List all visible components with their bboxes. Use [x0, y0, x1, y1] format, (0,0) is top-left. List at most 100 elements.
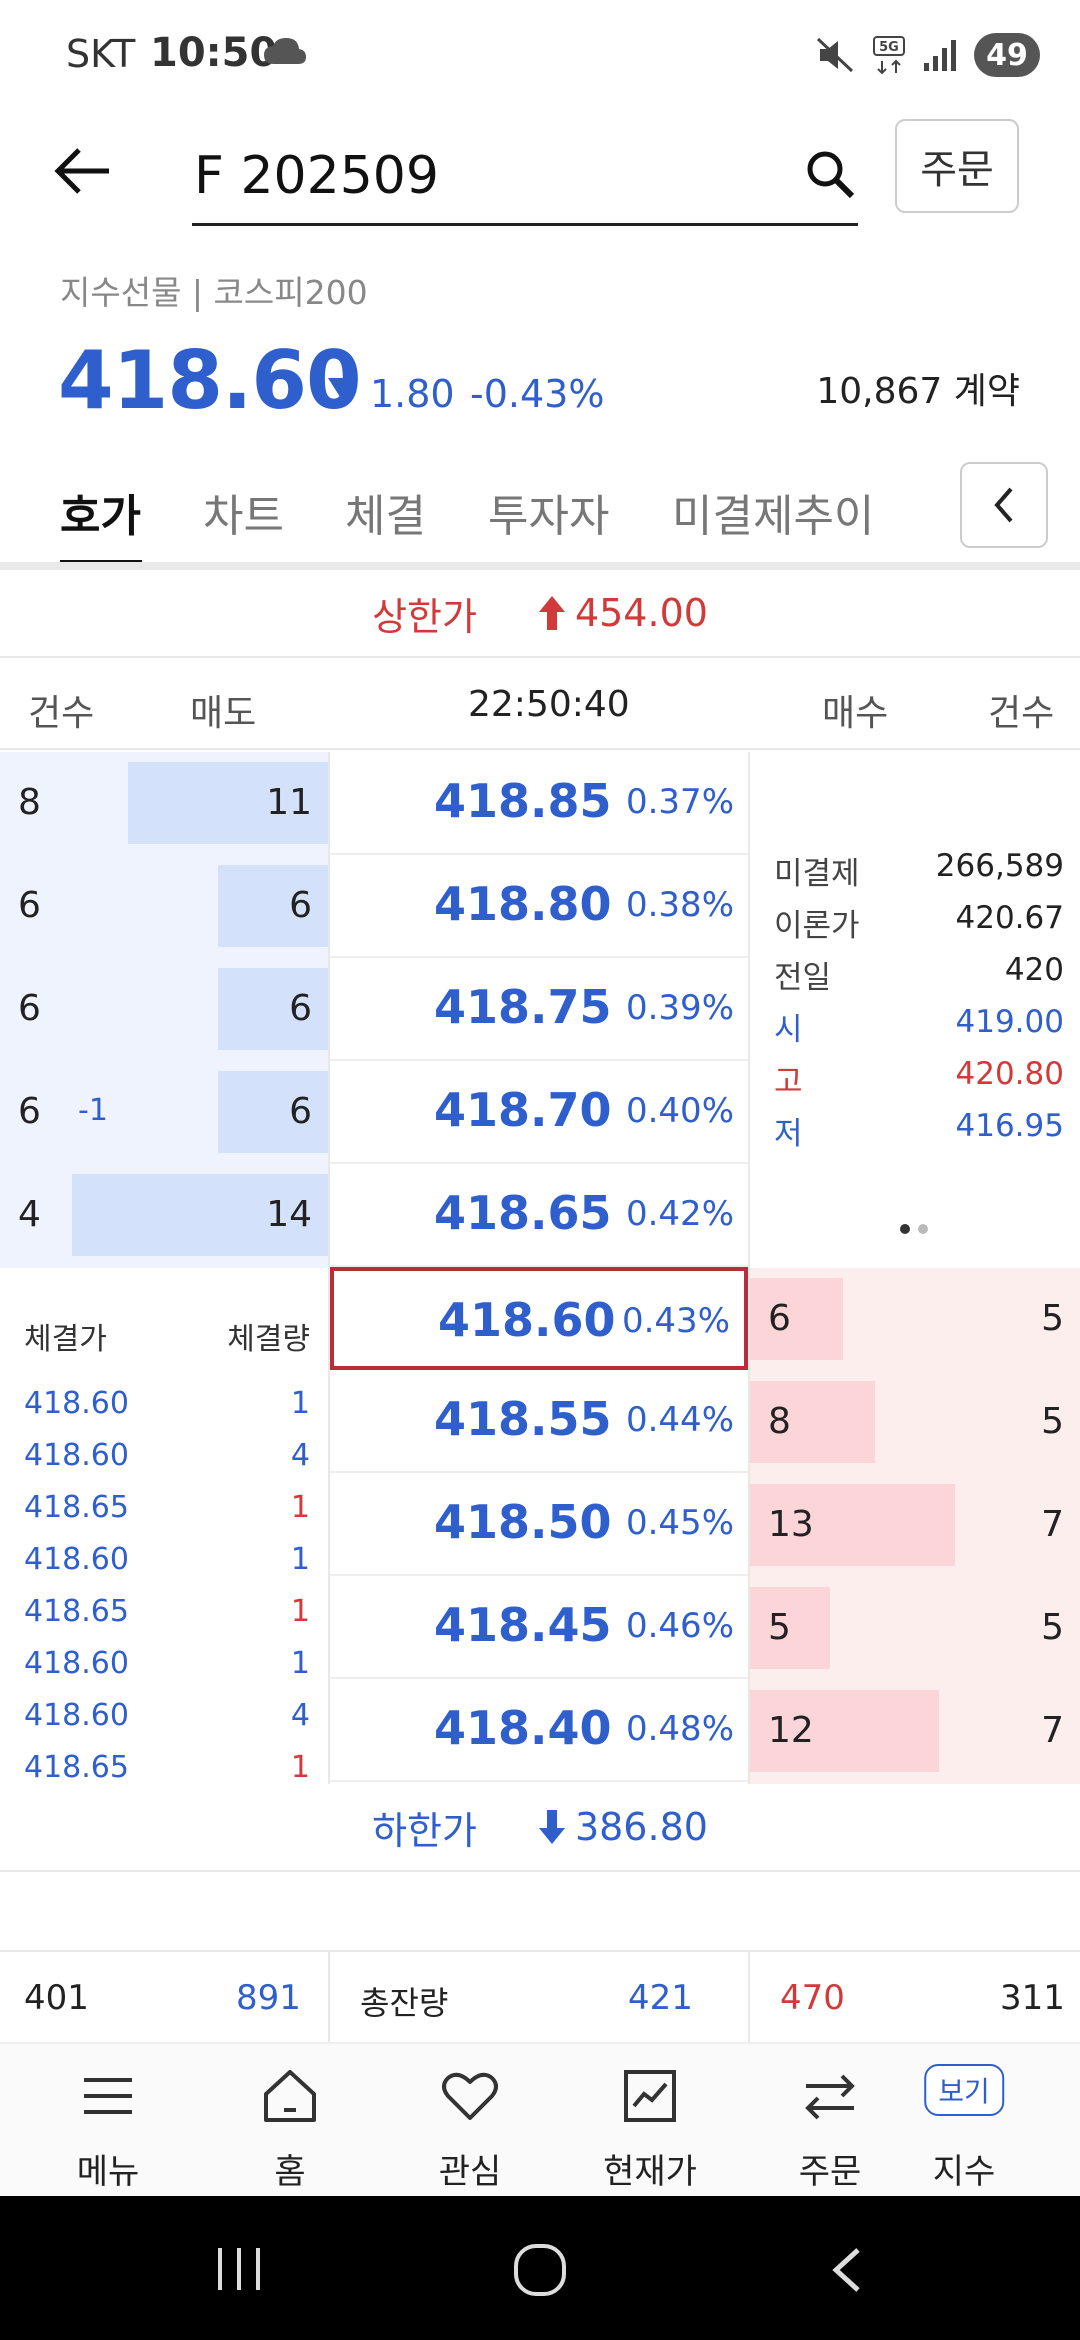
price-level[interactable]: 418.40 0.48% — [330, 1679, 748, 1782]
tab-trades[interactable]: 체결 — [345, 480, 426, 544]
ask-count-header: 건수 — [28, 693, 95, 734]
price-change: 1.80 — [370, 372, 455, 416]
home-circle-icon[interactable] — [512, 2242, 568, 2298]
ask-row[interactable]: 4 14 — [0, 1164, 328, 1267]
bid-row[interactable]: 13 7 — [750, 1474, 1080, 1577]
divider — [748, 1952, 750, 2044]
page-indicator — [900, 1224, 928, 1234]
trade-row: 418.60 1 — [24, 1386, 310, 1436]
bid-volume-bar — [750, 1278, 843, 1360]
bid-count: 5 — [1041, 1298, 1064, 1339]
price-level-rate: 0.37% — [625, 782, 734, 822]
tab-scroll-button[interactable] — [960, 462, 1048, 548]
carrier: SKT — [66, 32, 136, 76]
recent-trades: 체결가 체결량 418.60 1 418.60 4 418.65 1 418.60 1 418.… — [0, 1268, 328, 1785]
view-badge: 보기 — [924, 2064, 1004, 2116]
price-level[interactable]: 418.55 0.44% — [330, 1370, 748, 1473]
recents-icon[interactable] — [214, 2246, 264, 2292]
price-level-rate: 0.48% — [625, 1709, 734, 1749]
price-level-rate: 0.45% — [625, 1503, 734, 1543]
status-bar: SKT 10:50 5G 49 — [0, 0, 1080, 110]
price-level[interactable]: 418.85 0.37% — [330, 752, 748, 855]
divider — [328, 752, 330, 1784]
bid-count: 7 — [1041, 1504, 1064, 1545]
price-level-rate: 0.38% — [625, 885, 734, 925]
nav-label: 메뉴 — [76, 2152, 140, 2192]
info-label: 전일 — [774, 960, 832, 996]
bid-quantity: 5 — [768, 1607, 791, 1648]
page-dot — [918, 1224, 928, 1234]
bid-row[interactable]: 55 — [750, 1577, 1080, 1680]
ask-row[interactable]: 6 -1 6 — [0, 1061, 328, 1164]
tab-investor[interactable]: 투자자 — [488, 480, 609, 544]
bid-row[interactable]: 65 — [750, 1268, 1080, 1371]
ask-quantity: 11 — [266, 782, 312, 823]
nav-watchlist[interactable]: 관심 — [390, 2044, 550, 2198]
ask-row[interactable]: 66 — [0, 855, 328, 958]
down-arrow-icon — [538, 1810, 565, 1844]
trade-qty: 1 — [290, 1594, 310, 1629]
remaining-diff: 421 — [628, 1978, 693, 2018]
back-button[interactable] — [48, 136, 118, 206]
bid-row[interactable]: 85 — [750, 1371, 1080, 1474]
price-level-value: 418.70 — [434, 1083, 612, 1137]
price-column: 418.85 0.37% 418.80 0.38% 418.75 0.39% 418.70 0… — [330, 752, 748, 1784]
bid-column: 6 5 8 5 13 7 5 5 12 7 — [750, 1268, 1080, 1784]
ask-quantity: 6 — [289, 1091, 312, 1132]
tab-orderbook[interactable]: 호가 — [60, 480, 141, 544]
nav-label: 지수 — [932, 2152, 996, 2192]
price-level-value: 418.65 — [434, 1186, 612, 1240]
price-level[interactable]: 418.70 0.40% — [330, 1061, 748, 1164]
price-level[interactable]: 418.80 0.38% — [330, 855, 748, 958]
trade-price: 418.65 — [24, 1750, 129, 1785]
price-level[interactable]: 418.65 0.42% — [330, 1164, 748, 1267]
info-row: 저 416.95 — [774, 1108, 1064, 1158]
nav-index[interactable]: 보기 지수 — [884, 2044, 1044, 2198]
heart-icon — [442, 2072, 498, 2120]
ask-row[interactable]: 8 11 — [0, 752, 328, 855]
bid-row[interactable]: 12 7 — [750, 1680, 1080, 1783]
back-icon[interactable] — [826, 2246, 866, 2294]
order-button[interactable]: 주문 — [895, 119, 1019, 213]
market-info-panel[interactable]: 미결제 266,589 이론가 420.67 전일 420 시 419.00 고 420.80 저 4… — [750, 752, 1080, 1268]
ask-column: 8 11 6 6 6 6 6 -1 6 4 14 — [0, 752, 328, 1268]
trade-price: 418.60 — [24, 1698, 129, 1733]
orderbook-header: 건수 매도 22:50:40 매수 건수 — [0, 660, 1080, 750]
search-icon[interactable] — [802, 146, 858, 202]
bid-count: 7 — [1041, 1710, 1064, 1751]
info-label: 이론가 — [774, 908, 860, 944]
up-arrow-icon — [538, 596, 565, 630]
nav-menu[interactable]: 메뉴 — [28, 2044, 188, 2198]
current-price-level[interactable]: 418.60 0.43% — [330, 1267, 748, 1370]
tab-open-interest[interactable]: 미결제추이 — [672, 480, 874, 544]
price-level-value: 418.75 — [434, 980, 612, 1034]
trade-qty: 1 — [290, 1542, 310, 1577]
price-level-rate: 0.43% — [621, 1301, 730, 1341]
5g-icon: 5G — [873, 36, 905, 75]
trade-row: 418.60 4 — [24, 1698, 310, 1748]
trade-qty: 1 — [290, 1386, 310, 1421]
instrument-category: 지수선물 | 코스피200 — [60, 273, 368, 312]
search-input[interactable]: F 202509 — [192, 130, 858, 226]
trade-qty: 4 — [290, 1698, 310, 1733]
bid-count: 5 — [1041, 1401, 1064, 1442]
price-level-rate: 0.42% — [625, 1194, 734, 1234]
tab-chart[interactable]: 차트 — [203, 480, 284, 544]
info-row: 이론가 420.67 — [774, 900, 1064, 950]
price-level[interactable]: 418.75 0.39% — [330, 958, 748, 1061]
ask-row[interactable]: 66 — [0, 958, 328, 1061]
price-level[interactable]: 418.45 0.46% — [330, 1576, 748, 1679]
price-level[interactable]: 418.50 0.45% — [330, 1473, 748, 1576]
nav-home[interactable]: 홈 — [210, 2044, 370, 2198]
mute-icon — [816, 37, 854, 73]
price-level-value: 418.60 — [438, 1293, 616, 1347]
trade-row: 418.60 1 — [24, 1542, 310, 1592]
trade-price: 418.65 — [24, 1490, 129, 1525]
down-triangle-icon — [328, 378, 356, 400]
trade-price: 418.60 — [24, 1386, 129, 1421]
nav-current-price[interactable]: 현재가 — [570, 2044, 730, 2198]
info-value: 266,589 — [935, 848, 1064, 884]
price-level-value: 418.40 — [434, 1701, 612, 1755]
price-level-value: 418.85 — [434, 774, 612, 828]
divider — [748, 752, 750, 1784]
